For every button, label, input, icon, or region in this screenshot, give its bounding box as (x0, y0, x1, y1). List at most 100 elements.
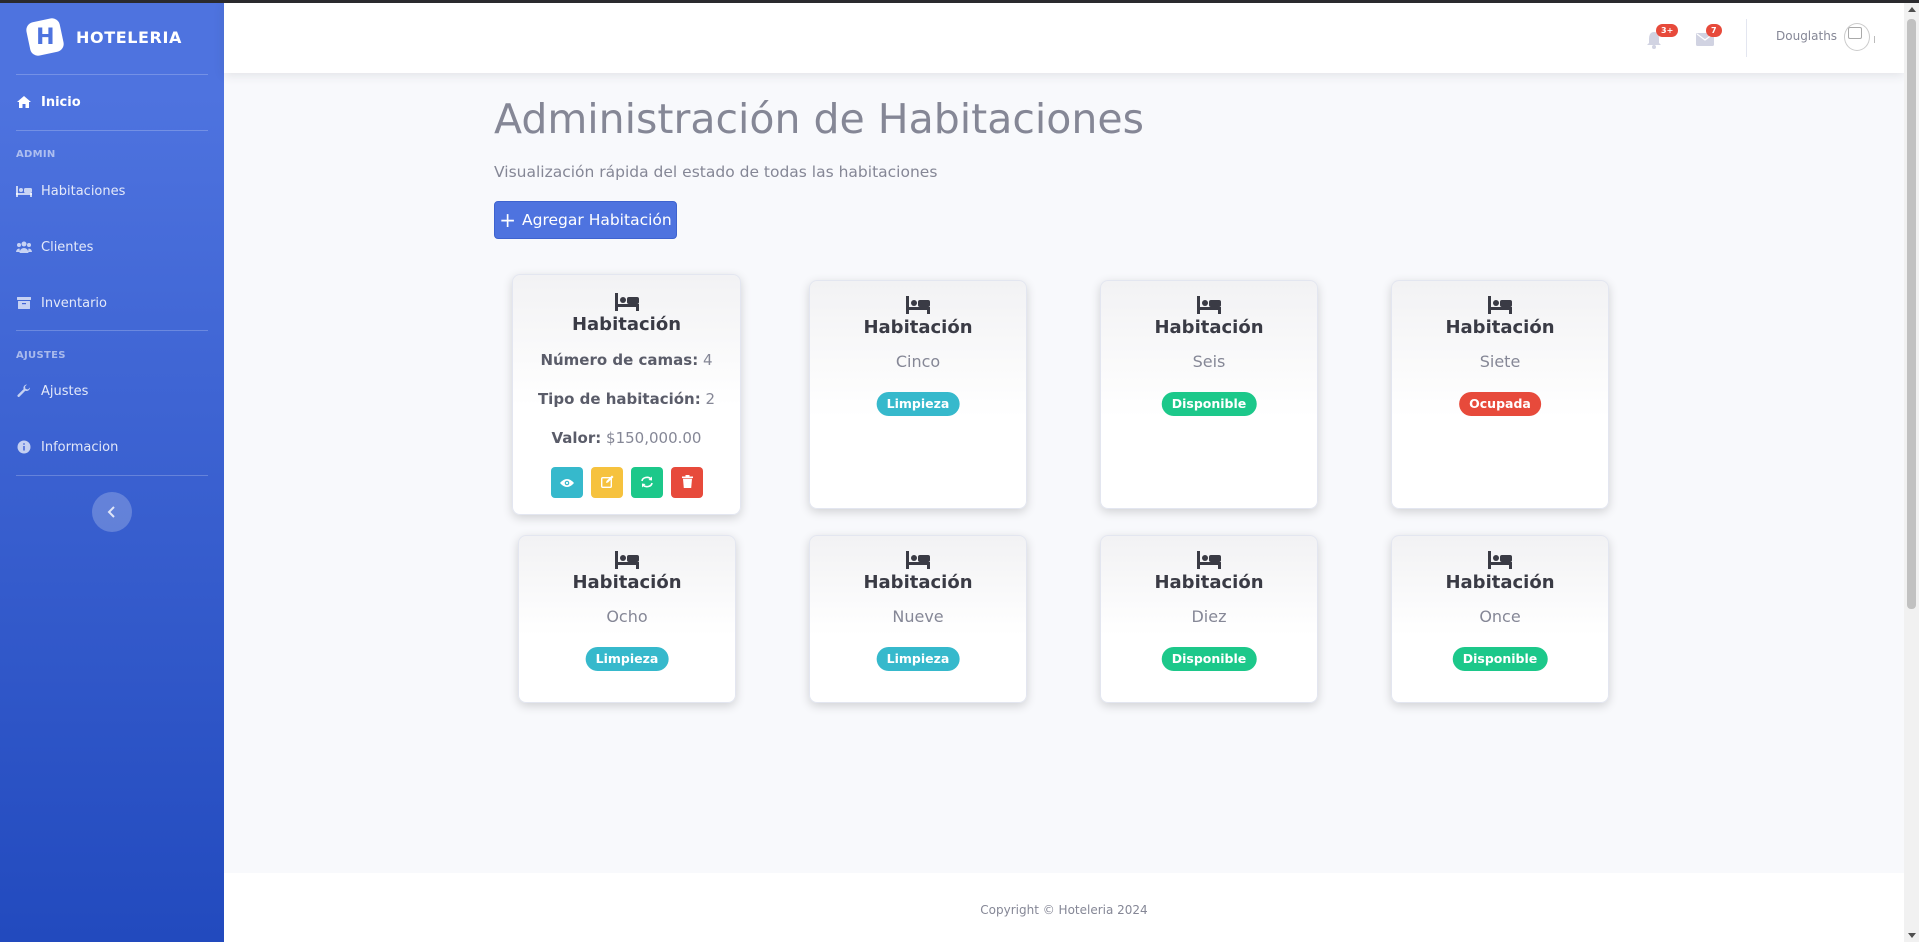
topbar: 3+ 7 Douglaths (224, 3, 1904, 73)
add-room-button[interactable]: + Agregar Habitación (494, 201, 677, 239)
bed-icon (1392, 296, 1608, 314)
room-actions (551, 467, 703, 498)
scroll-down-arrow-icon[interactable] (1908, 933, 1916, 938)
room-name: Cinco (895, 352, 941, 371)
topbar-tick (1874, 36, 1875, 43)
room-title: Habitación (1154, 572, 1264, 593)
status-badge: Ocupada (1459, 392, 1541, 416)
delete-button[interactable] (671, 467, 703, 498)
edit-icon (600, 473, 614, 492)
room-name: Nueve (892, 607, 944, 626)
bed-icon (1101, 296, 1317, 314)
detail-value: 2 (705, 390, 716, 408)
sidebar-toggle-button[interactable] (92, 492, 132, 532)
alerts-count-badge: 3+ (1656, 24, 1679, 37)
info-icon (16, 440, 32, 454)
room-card[interactable]: Habitación Once Disponible (1391, 535, 1609, 703)
sidebar-item-ajustes[interactable]: Ajustes (16, 381, 208, 401)
alerts-button[interactable]: 3+ (1646, 24, 1679, 49)
sidebar-item-label: Informacion (41, 439, 119, 455)
sidebar-heading-ajustes: AJUSTES (16, 350, 66, 361)
bed-icon (810, 296, 1026, 314)
detail-value: 4 (703, 351, 713, 369)
messages-button[interactable]: 7 (1696, 24, 1722, 49)
sidebar-divider (16, 330, 208, 331)
add-room-label: Agregar Habitación (522, 211, 672, 229)
brand-logo-letter: H (35, 24, 55, 50)
room-title: Habitación (863, 317, 973, 338)
detail-value: $150,000.00 (606, 429, 702, 447)
page-title: Administración de Habitaciones (494, 95, 1144, 143)
room-title: Habitación (1445, 317, 1555, 338)
trash-icon (681, 473, 693, 492)
sidebar-item-clientes[interactable]: Clientes (16, 237, 208, 257)
sidebar-item-label: Inicio (41, 94, 81, 110)
room-detail-price: Valor: $150,000.00 (513, 429, 740, 447)
brand-logo-icon: H (24, 16, 66, 58)
plus-icon: + (499, 208, 517, 232)
sidebar-item-label: Habitaciones (41, 183, 126, 199)
page-subtitle: Visualización rápida del estado de todas… (494, 163, 938, 181)
room-name: Once (1479, 607, 1521, 626)
bed-icon (513, 293, 740, 311)
room-card[interactable]: Habitación Siete Ocupada (1391, 280, 1609, 509)
scroll-thumb[interactable] (1907, 19, 1916, 609)
sidebar-heading-admin: ADMIN (16, 149, 56, 160)
footer: Copyright © Hoteleria 2024 (224, 873, 1904, 942)
room-title: Habitación (1445, 572, 1555, 593)
room-detail-type: Tipo de habitación: 2 (513, 390, 740, 408)
room-title: Habitación (863, 572, 973, 593)
room-card[interactable]: Habitación Diez Disponible (1100, 535, 1318, 703)
room-card[interactable]: Habitación Nueve Limpieza (809, 535, 1027, 703)
status-badge: Disponible (1161, 392, 1257, 416)
scroll-up-arrow-icon[interactable] (1908, 7, 1916, 12)
refresh-icon (640, 473, 654, 492)
copyright-text: Copyright © Hoteleria 2024 (980, 903, 1148, 917)
eye-icon (560, 473, 574, 492)
bed-icon (519, 551, 735, 569)
archive-icon (16, 296, 32, 310)
status-badge: Disponible (1161, 647, 1257, 671)
room-title: Habitación (572, 572, 682, 593)
sidebar-item-informacion[interactable]: Informacion (16, 437, 208, 457)
room-title: Habitación (1154, 317, 1264, 338)
avatar[interactable] (1844, 23, 1870, 51)
sidebar-item-label: Inventario (41, 295, 107, 311)
edit-button[interactable] (591, 467, 623, 498)
status-badge: Limpieza (876, 647, 960, 671)
sidebar-divider (16, 74, 208, 75)
room-card[interactable]: Habitación Ocho Limpieza (518, 535, 736, 703)
room-name: Seis (1192, 352, 1226, 371)
room-name: Diez (1191, 607, 1227, 626)
brand-name: HOTELERIA (76, 27, 183, 47)
sidebar-item-label: Ajustes (41, 383, 89, 399)
sidebar-divider (16, 475, 208, 476)
window-top-border (0, 0, 1919, 3)
chevron-left-icon (107, 503, 117, 522)
page-scrollbar[interactable] (1904, 3, 1919, 942)
bed-icon (810, 551, 1026, 569)
sidebar-item-inicio[interactable]: Inicio (16, 92, 208, 112)
room-card[interactable]: Habitación Cinco Limpieza (809, 280, 1027, 509)
view-button[interactable] (551, 467, 583, 498)
topbar-divider (1746, 19, 1747, 57)
room-detail-beds: Número de camas: 4 (513, 351, 740, 369)
sidebar-item-inventario[interactable]: Inventario (16, 293, 208, 313)
detail-label: Tipo de habitación: (537, 390, 701, 408)
messages-count-badge: 7 (1706, 24, 1722, 37)
bed-icon (1101, 551, 1317, 569)
home-icon (16, 95, 32, 109)
sidebar-item-label: Clientes (41, 239, 94, 255)
sidebar: H HOTELERIA Inicio ADMIN Habitaciones Cl… (0, 0, 224, 942)
status-badge: Disponible (1452, 647, 1548, 671)
room-card[interactable]: Habitación Número de camas: 4 Tipo de ha… (512, 274, 741, 515)
users-icon (16, 240, 32, 254)
change-status-button[interactable] (631, 467, 663, 498)
user-name[interactable]: Douglaths (1776, 29, 1837, 43)
sidebar-item-habitaciones[interactable]: Habitaciones (16, 181, 208, 201)
room-card[interactable]: Habitación Seis Disponible (1100, 280, 1318, 509)
wrench-icon (16, 384, 32, 398)
bed-icon (1392, 551, 1608, 569)
sidebar-divider (16, 130, 208, 131)
brand[interactable]: H HOTELERIA (24, 16, 183, 58)
